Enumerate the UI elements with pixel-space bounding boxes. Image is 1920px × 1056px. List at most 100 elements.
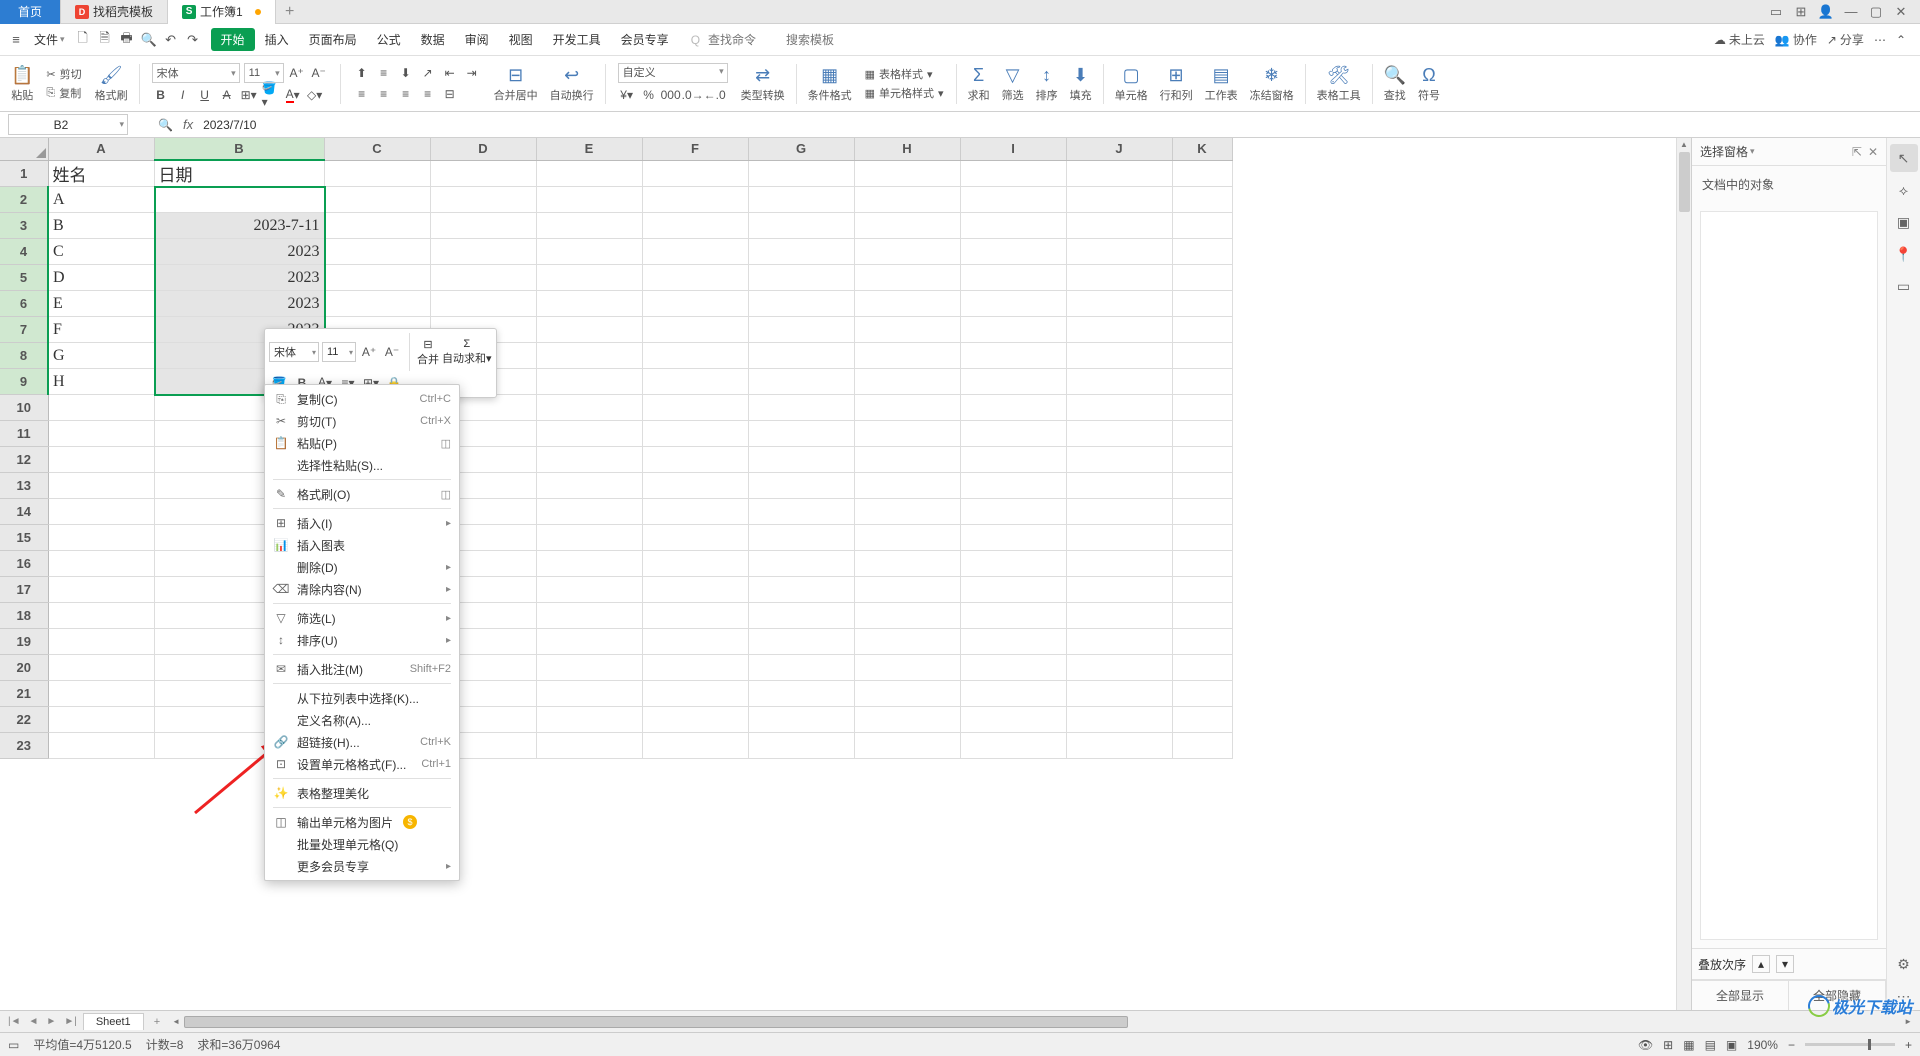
wrap-button[interactable]: ↩自动换行 [547,63,597,105]
show-all-button[interactable]: 全部显示 [1692,980,1789,1010]
cell-G4[interactable] [748,239,854,265]
cell-E5[interactable] [536,265,642,291]
cell-K21[interactable] [1172,681,1232,707]
cell-A10[interactable] [48,395,154,421]
ctx-item-2[interactable]: 📋粘贴(P)◫ [265,432,459,454]
cell-F17[interactable] [642,577,748,603]
cell-H3[interactable] [854,213,960,239]
indent-inc-icon[interactable]: ⇥ [463,64,481,82]
cell-E1[interactable] [536,160,642,187]
file-menu[interactable]: 文件▾ [28,31,71,48]
col-header-B[interactable]: B [154,138,324,160]
cell-E16[interactable] [536,551,642,577]
cell-H18[interactable] [854,603,960,629]
cell-G3[interactable] [748,213,854,239]
paste-button[interactable]: 📋粘贴 [8,63,36,105]
cell-F14[interactable] [642,499,748,525]
rail-book-icon[interactable]: ▭ [1890,272,1918,300]
dec-inc-icon[interactable]: .0→ [684,86,702,104]
cell-C6[interactable] [324,291,430,317]
rail-settings-icon[interactable]: ⚙ [1890,950,1918,978]
row-header-4[interactable]: 4 [0,239,48,265]
align-center-icon[interactable]: ≡ [375,85,393,103]
cell-K13[interactable] [1172,473,1232,499]
cell-E4[interactable] [536,239,642,265]
cell-J7[interactable] [1066,317,1172,343]
cell-F4[interactable] [642,239,748,265]
tab-dev[interactable]: 开发工具 [543,27,611,52]
hamburger-icon[interactable]: ≡ [6,30,26,50]
cell-J17[interactable] [1066,577,1172,603]
row-header-21[interactable]: 21 [0,681,48,707]
align-left-icon[interactable]: ≡ [353,85,371,103]
cell-A12[interactable] [48,447,154,473]
cell-B4[interactable]: 2023 [154,239,324,265]
cell-E18[interactable] [536,603,642,629]
cell-J11[interactable] [1066,421,1172,447]
distribute-icon[interactable]: ⊟ [441,85,459,103]
cell-K19[interactable] [1172,629,1232,655]
stack-down[interactable]: ▾ [1776,955,1794,973]
horizontal-scrollbar[interactable] [184,1015,1900,1029]
cell-I14[interactable] [960,499,1066,525]
thousand-icon[interactable]: 000 [662,86,680,104]
cell-A21[interactable] [48,681,154,707]
cell-H10[interactable] [854,395,960,421]
cell-D4[interactable] [430,239,536,265]
tab-review[interactable]: 审阅 [455,27,499,52]
sheet-last-icon[interactable]: ►| [62,1016,79,1027]
cell-F8[interactable] [642,343,748,369]
cell-H4[interactable] [854,239,960,265]
ctx-item-22[interactable]: ✨表格整理美化 [265,782,459,804]
ctx-item-19[interactable]: 🔗超链接(H)...Ctrl+K [265,731,459,753]
cell-A7[interactable]: F [48,317,154,343]
search-template[interactable] [786,33,856,47]
cell-J8[interactable] [1066,343,1172,369]
cell-I21[interactable] [960,681,1066,707]
cell-H1[interactable] [854,160,960,187]
cell-I19[interactable] [960,629,1066,655]
type-convert[interactable]: ⇄类型转换 [738,63,788,105]
row-header-11[interactable]: 11 [0,421,48,447]
cell-J15[interactable] [1066,525,1172,551]
cell-A20[interactable] [48,655,154,681]
cell-button[interactable]: ▢单元格 [1112,63,1151,105]
cell-J22[interactable] [1066,707,1172,733]
row-header-16[interactable]: 16 [0,551,48,577]
cell-K4[interactable] [1172,239,1232,265]
layout-icon[interactable]: ▭ [1765,1,1787,23]
cell-D5[interactable] [430,265,536,291]
col-header-K[interactable]: K [1172,138,1232,160]
cell-E9[interactable] [536,369,642,395]
object-list[interactable] [1700,211,1878,940]
cell-A14[interactable] [48,499,154,525]
formula-value[interactable]: 2023/7/10 [203,118,256,132]
zoom-slider[interactable] [1805,1043,1895,1046]
cell-H5[interactable] [854,265,960,291]
row-header-3[interactable]: 3 [0,213,48,239]
coop-button[interactable]: 👥协作 [1775,31,1817,48]
cell-E8[interactable] [536,343,642,369]
cell-H2[interactable] [854,187,960,213]
cell-I11[interactable] [960,421,1066,447]
cell-D1[interactable] [430,160,536,187]
cell-J14[interactable] [1066,499,1172,525]
row-header-19[interactable]: 19 [0,629,48,655]
cell-A1[interactable]: 姓名 [48,160,154,187]
cell-K7[interactable] [1172,317,1232,343]
merge-button[interactable]: ⊟合并居中 [491,63,541,105]
side-pin-icon[interactable]: ⇱ [1852,145,1862,159]
cell-J19[interactable] [1066,629,1172,655]
redo-icon[interactable]: ↷ [183,30,203,50]
align-right-icon[interactable]: ≡ [397,85,415,103]
cell-I8[interactable] [960,343,1066,369]
cell-I16[interactable] [960,551,1066,577]
cell-A16[interactable] [48,551,154,577]
search-command[interactable] [708,33,778,47]
cell-E22[interactable] [536,707,642,733]
cell-D2[interactable] [430,187,536,213]
side-close-icon[interactable]: ✕ [1868,145,1878,159]
row-header-7[interactable]: 7 [0,317,48,343]
cell-J4[interactable] [1066,239,1172,265]
col-header-F[interactable]: F [642,138,748,160]
